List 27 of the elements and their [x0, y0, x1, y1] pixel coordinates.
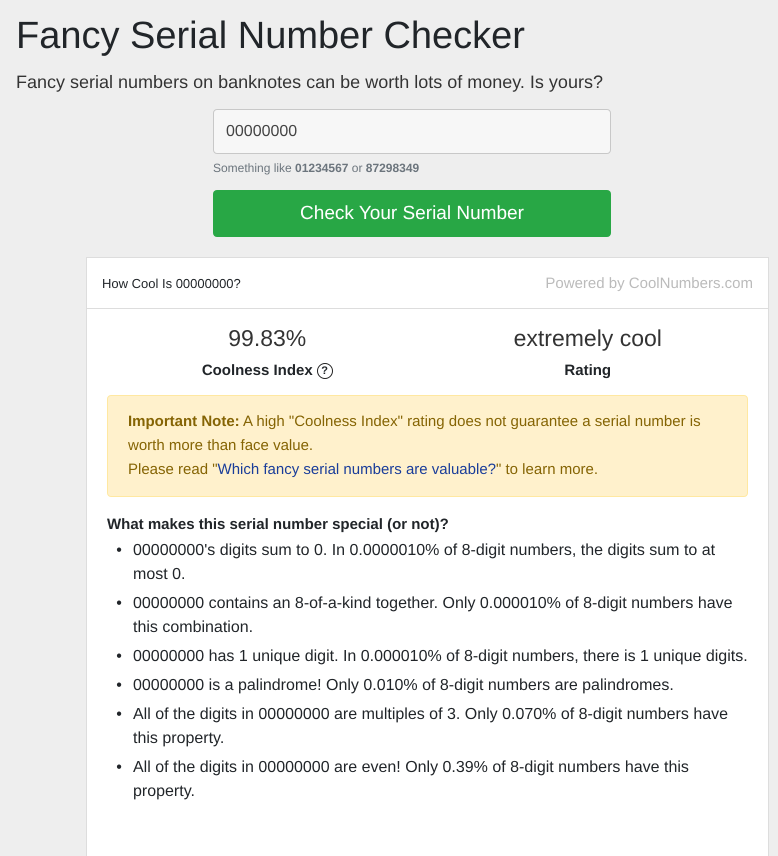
card-title: How Cool Is 00000000?	[102, 276, 241, 290]
powered-by-text: Powered by CoolNumbers.com	[545, 274, 753, 292]
bullet-mark: •	[115, 541, 123, 561]
feature-item: 00000000 is a palindrome! Only 0.010% of 8-digit numbers are palindromes.	[133, 676, 674, 696]
bullet-mark: •	[115, 647, 123, 667]
stat-label: Coolness Index	[202, 362, 313, 379]
bullet-mark: •	[115, 676, 123, 696]
feature-item: 00000000's digits sum to 0. In 0.0000010% of 8-digit numbers, the digits sum to at most 0.	[133, 541, 716, 585]
stat-value: extremely cool	[514, 325, 662, 352]
stat-label: Rating	[564, 362, 612, 379]
bullet-mark: •	[115, 705, 123, 725]
feature-item: 00000000 has 1 unique digit. In 0.000010% of 8-digit numbers, there is 1 unique digits.	[133, 647, 748, 667]
feature-item: All of the digits in 00000000 are even! Only 0.39% of 8-digit numbers have this property.	[133, 758, 690, 802]
page-subtitle: Fancy serial numbers on banknotes can be worth lots of money. Is yours?	[16, 72, 604, 93]
valuable-numbers-link[interactable]: Which fancy serial numbers are valuable?	[218, 461, 496, 478]
page-title: Fancy Serial Number Checker	[16, 14, 526, 59]
bullet-mark: •	[115, 594, 123, 614]
serial-number-field[interactable]: 00000000	[213, 109, 611, 154]
example-hint: Something like 01234567 or 87298349	[213, 161, 420, 175]
note-text: Important Note: A high "Coolness Index" rating does not guarantee a serial number is worth more than face value.	[128, 412, 702, 456]
feature-item: All of the digits in 00000000 are multiples of 3. Only 0.070% of 8-digit numbers have this property.	[133, 705, 730, 749]
feature-item: 00000000 contains an 8-of-a-kind together. Only 0.000010% of 8-digit numbers have this combination.	[133, 594, 734, 638]
features-heading: What makes this serial number special (or not)?	[107, 516, 450, 533]
help-icon[interactable]: ?	[316, 362, 333, 378]
read-more-text: Please read "Which fancy serial numbers are valuable?" to learn more.	[128, 460, 600, 480]
bullet-mark: •	[115, 758, 123, 778]
stat-value: 99.83%	[228, 325, 306, 352]
